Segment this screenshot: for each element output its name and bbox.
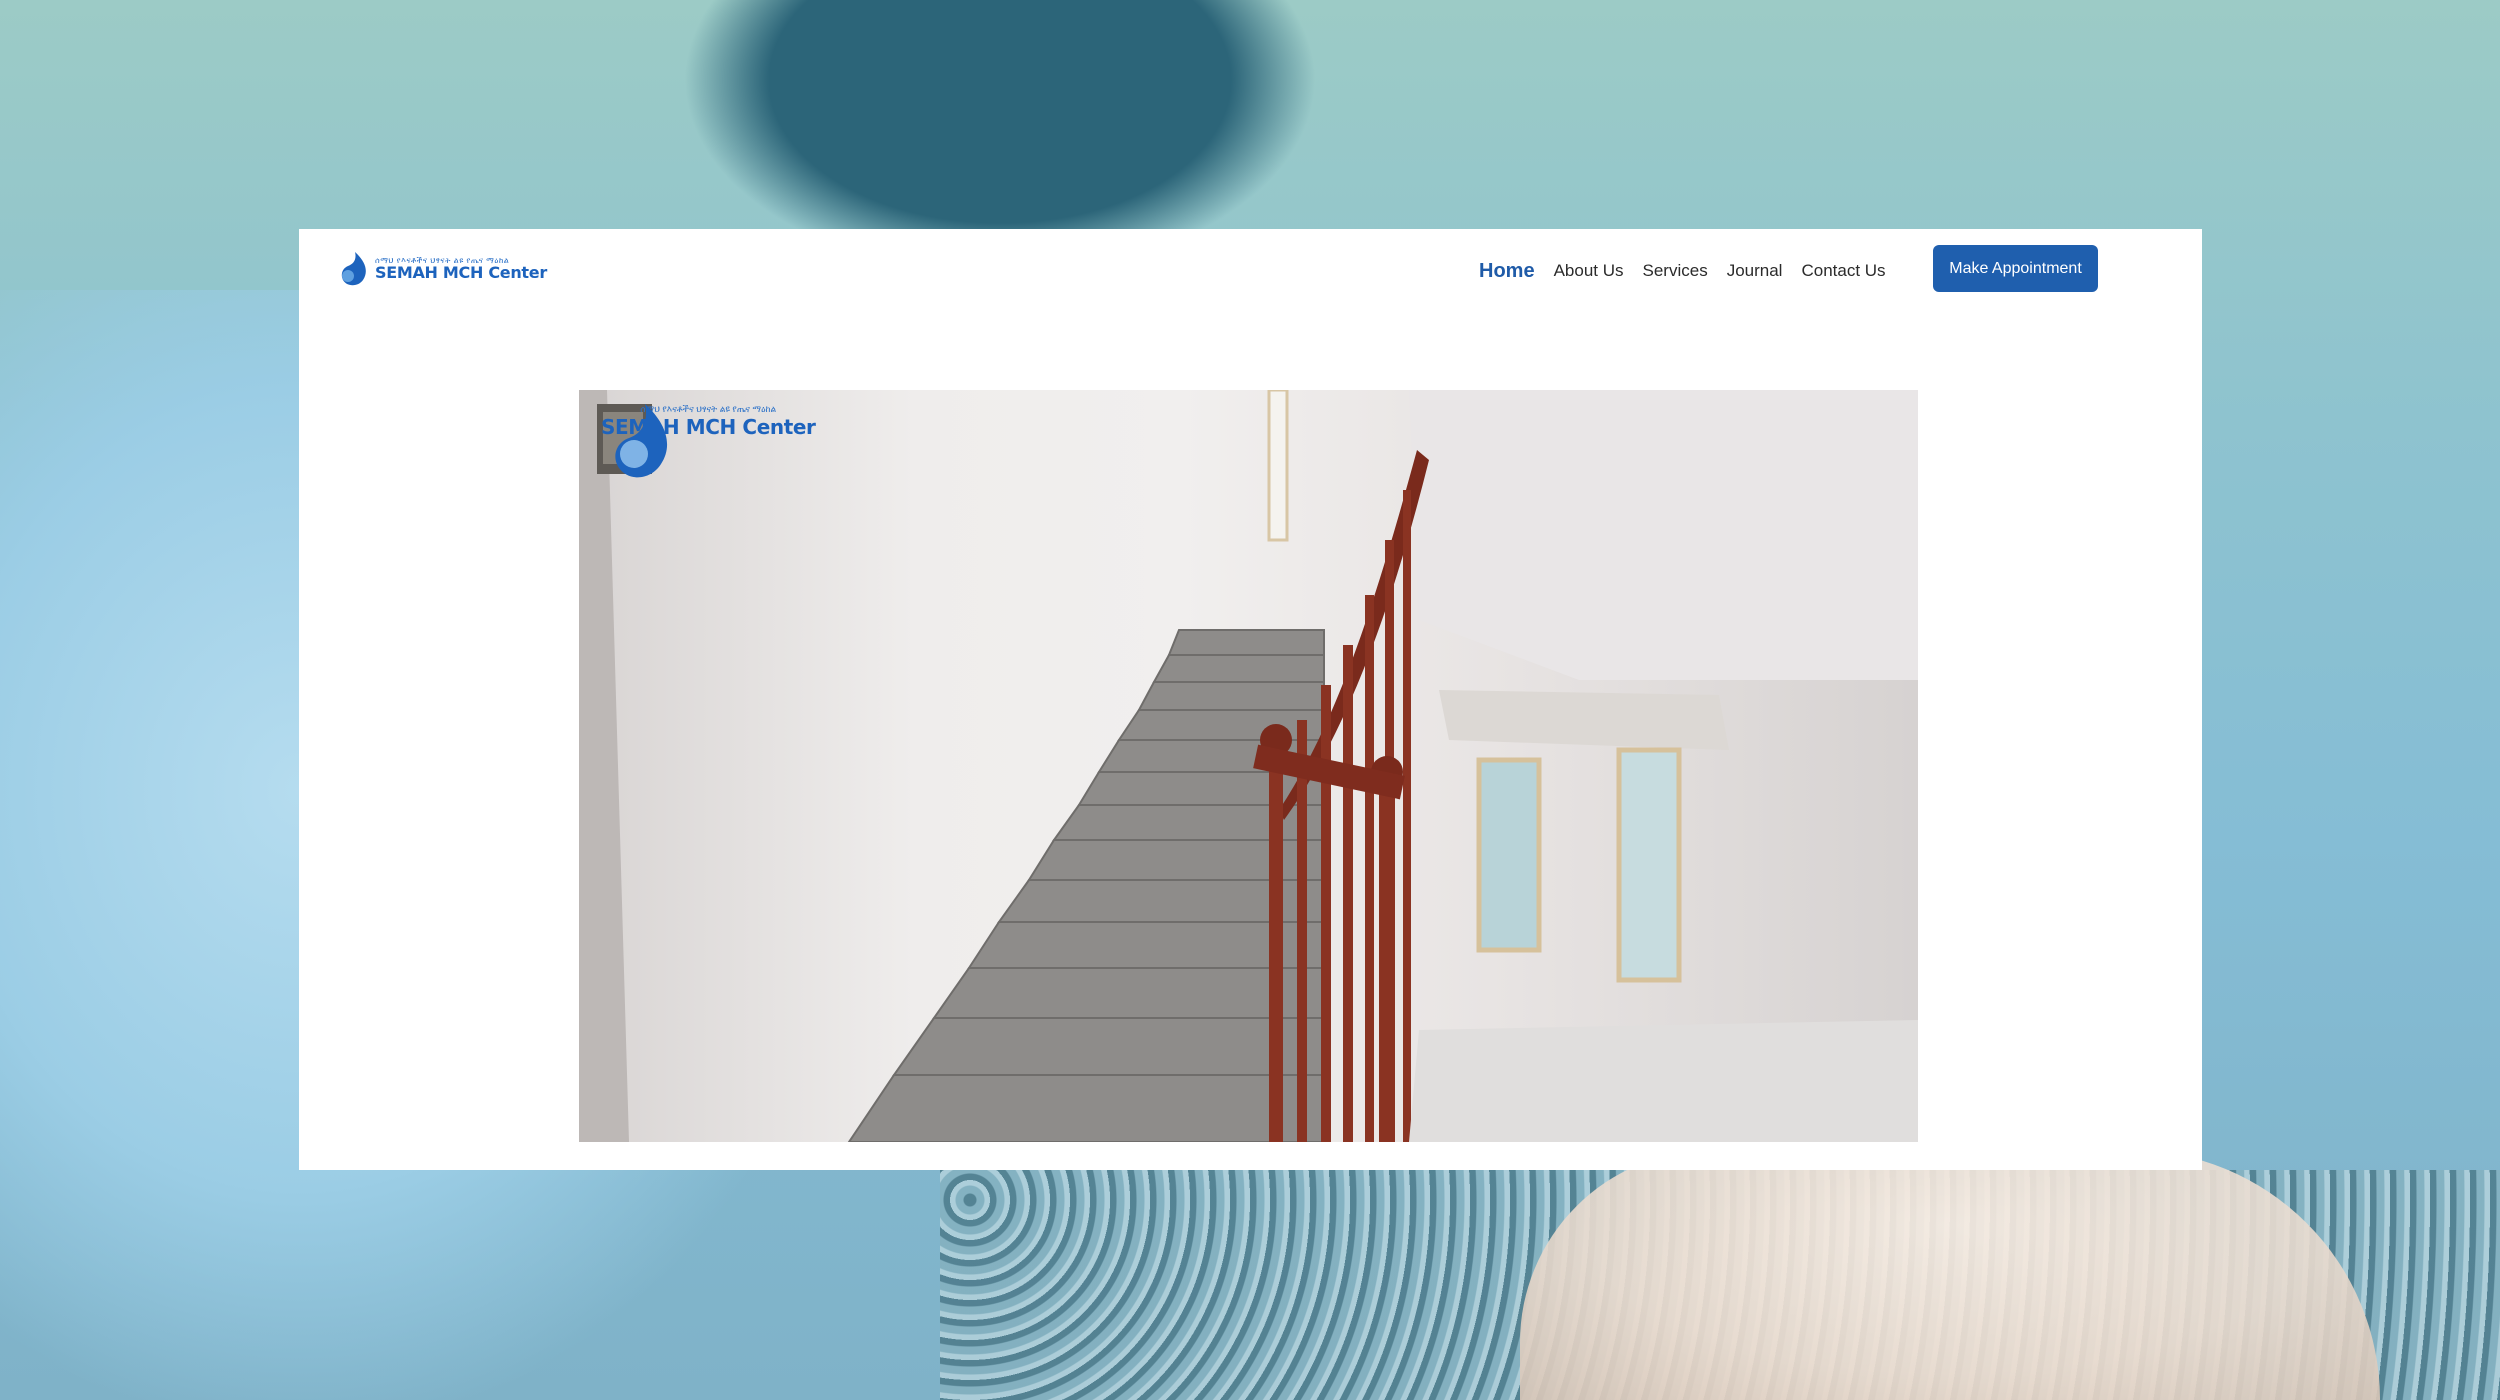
make-appointment-button[interactable]: Make Appointment [1933, 245, 2098, 292]
hero-video[interactable]: ሰማህ የእናቶችና ህፃናት ልዩ የጤና ማዕከል SEMAH MCH Ce… [579, 390, 1918, 1142]
nav-services[interactable]: Services [1643, 261, 1708, 281]
nav-contact-us[interactable]: Contact Us [1801, 261, 1885, 281]
drop-logo-icon [615, 404, 668, 478]
nav-home[interactable]: Home [1479, 260, 1535, 283]
nav-journal[interactable]: Journal [1727, 261, 1783, 281]
main-nav: Home About Us Services Journal Contact U… [1479, 256, 1905, 286]
drop-logo-icon [339, 251, 369, 287]
logo-name: SEMAH MCH Center [375, 263, 547, 282]
staircase-photo [579, 390, 1918, 1142]
nav-about-us[interactable]: About Us [1554, 261, 1624, 281]
content-card: ሰማህ የእናቶችና ህፃናት ልዩ የጤና ማዕከል SEMAH MCH Ce… [299, 229, 2202, 1170]
background-baby-cloth [1520, 1150, 2380, 1400]
hero-watermark-logo: ሰማህ የእናቶችና ህፃናት ልዩ የጤና ማዕከል SEMAH MCH Ce… [601, 402, 816, 478]
site-logo[interactable]: ሰማህ የእናቶችና ህፃናት ልዩ የጤና ማዕከል SEMAH MCH Ce… [339, 251, 547, 287]
